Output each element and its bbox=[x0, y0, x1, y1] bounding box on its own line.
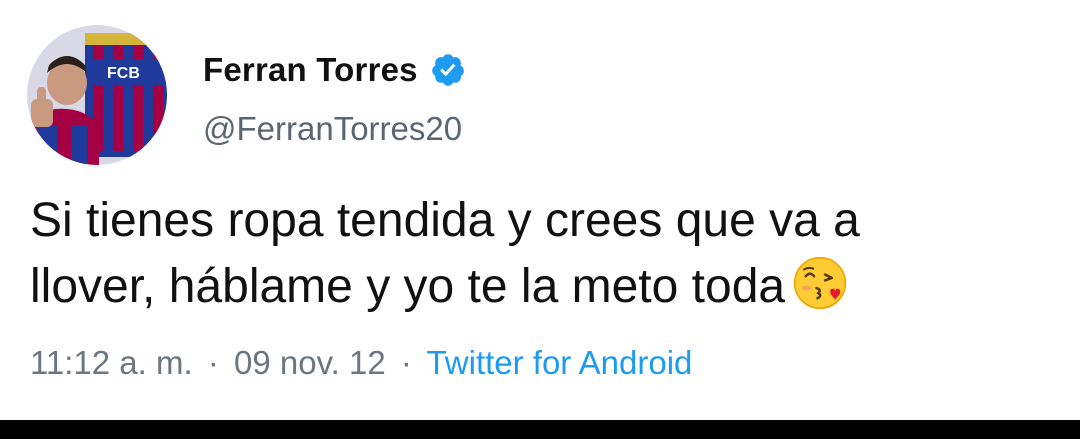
avatar-crest-text: FCB bbox=[107, 65, 140, 82]
face-blowing-a-kiss-icon bbox=[793, 256, 847, 310]
author-handle[interactable]: @FerranTorres20 bbox=[203, 110, 462, 148]
tweet-text-line-1: Si tienes ropa tendida y crees que va a bbox=[30, 194, 860, 247]
tweet-time[interactable]: 11:12 a. m. bbox=[30, 344, 193, 381]
tweet-text: Si tienes ropa tendida y crees que va a … bbox=[30, 188, 1050, 320]
verified-badge-icon bbox=[431, 54, 464, 86]
tweet-card: FCB Ferran Torres @FerranTorres20 Si tie… bbox=[0, 0, 1080, 420]
author-name-row: Ferran Torres bbox=[203, 51, 466, 89]
tweet-metadata: 11:12 a. m. · 09 nov. 12 · Twitter for A… bbox=[30, 344, 692, 382]
author-display-name[interactable]: Ferran Torres bbox=[203, 51, 418, 89]
tweet-date[interactable]: 09 nov. 12 bbox=[234, 344, 386, 381]
tweet-text-line-2: llover, háblame y yo te la meto toda bbox=[30, 260, 786, 313]
avatar-image: FCB bbox=[27, 25, 167, 165]
tweet-text-line-2-wrap: llover, háblame y yo te la meto toda bbox=[30, 254, 1050, 320]
avatar[interactable]: FCB bbox=[27, 25, 167, 165]
tweet-source-link[interactable]: Twitter for Android bbox=[426, 344, 692, 381]
meta-separator-2: · bbox=[400, 344, 412, 381]
meta-separator-1: · bbox=[207, 344, 219, 381]
